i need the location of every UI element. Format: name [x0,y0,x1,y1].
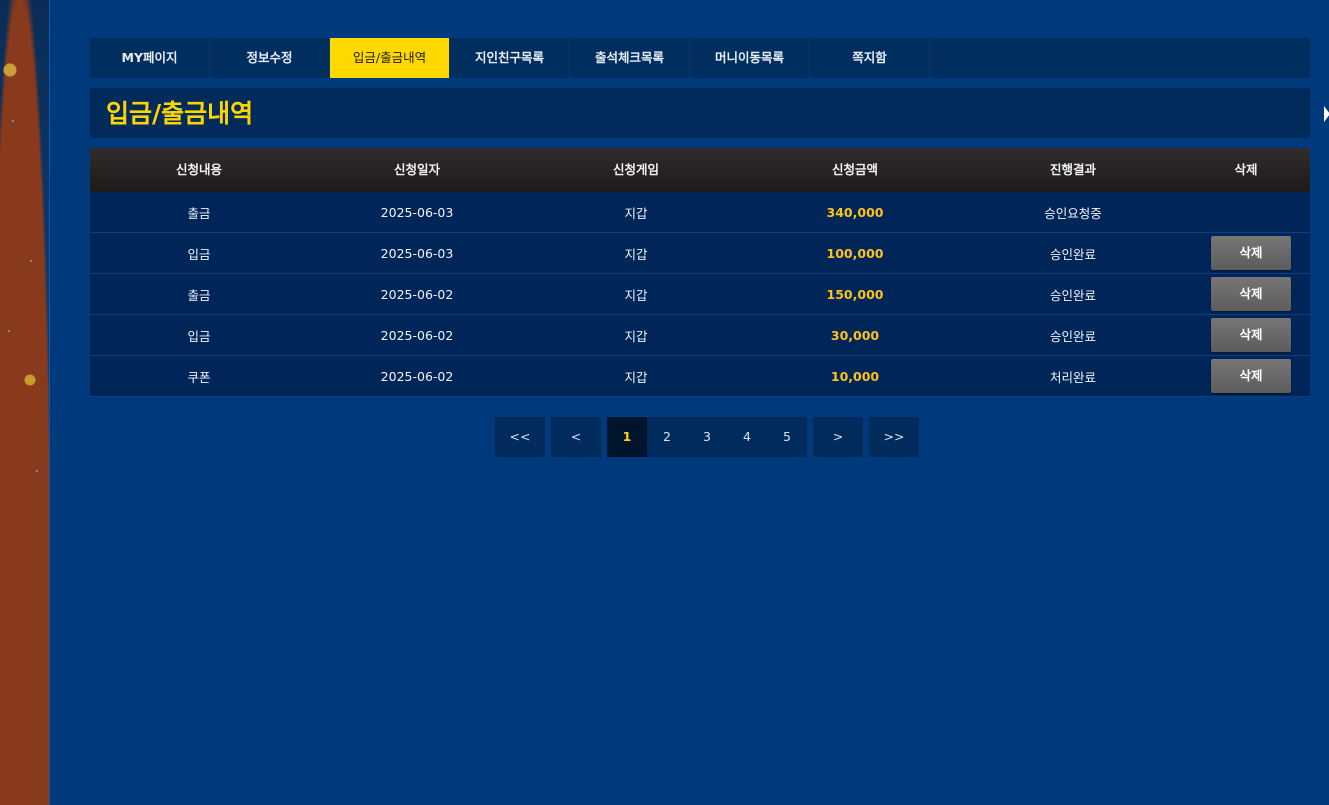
header-date: 신청일자 [393,162,440,177]
pagination: << < 1 2 3 4 5 > >> [495,417,919,457]
cell-status: 승인완료 [1049,328,1096,344]
table-row: 입금 2025-06-02 지갑 30,000 승인완료 삭제 [90,315,1310,356]
cell-status: 승인요청중 [1044,205,1102,221]
page-2-button[interactable]: 2 [647,417,687,457]
prev-page-button[interactable]: < [551,417,601,457]
background-art [0,0,50,805]
delete-button[interactable]: 삭제 [1211,318,1291,352]
cell-game: 지갑 [624,287,648,303]
delete-button[interactable]: 삭제 [1211,277,1291,311]
last-page-button[interactable]: >> [869,417,919,457]
cell-game: 지갑 [624,205,648,221]
cell-type: 입금 [187,246,211,262]
next-page-button[interactable]: > [813,417,863,457]
table-row: 쿠폰 2025-06-02 지갑 10,000 처리완료 삭제 [90,356,1310,397]
page-title: 입금/출금내역 [106,99,254,128]
cell-type: 출금 [187,205,211,221]
cell-type: 쿠폰 [187,369,211,385]
cell-date: 2025-06-03 [380,204,454,220]
cell-date: 2025-06-02 [380,286,454,302]
cell-game: 지갑 [624,246,648,262]
first-page-button[interactable]: << [495,417,545,457]
header-status: 진행결과 [1049,162,1096,177]
header-game: 신청게임 [612,162,659,177]
title-bar: 입금/출금내역 [90,88,1310,138]
cell-status: 승인완료 [1049,246,1096,262]
header-delete: 삭제 [1234,162,1258,177]
table-row: 출금 2025-06-03 지갑 340,000 승인요청중 [90,192,1310,233]
tab-edit-info[interactable]: 정보수정 [210,38,330,78]
cell-delete: 삭제 [1182,318,1310,352]
cell-amount: 100,000 [826,245,884,261]
delete-button[interactable]: 삭제 [1211,359,1291,393]
cell-game: 지갑 [624,369,648,385]
tab-deposit-withdraw[interactable]: 입금/출금내역 [330,38,450,78]
tab-friends[interactable]: 지인친구목록 [450,38,570,78]
cell-type: 출금 [187,287,211,303]
table-row: 입금 2025-06-03 지갑 100,000 승인완료 삭제 [90,233,1310,274]
tab-bar: MY페이지 정보수정 입금/출금내역 지인친구목록 출석체크목록 머니이동목록 … [90,38,1310,78]
cell-amount: 150,000 [826,286,884,302]
tab-attendance[interactable]: 출석체크목록 [570,38,690,78]
cell-status: 처리완료 [1049,369,1096,385]
tab-messages[interactable]: 쪽지함 [810,38,930,78]
table-row: 출금 2025-06-02 지갑 150,000 승인완료 삭제 [90,274,1310,315]
page-5-button[interactable]: 5 [767,417,807,457]
cell-game: 지갑 [624,328,648,344]
table-header: 신청내용 신청일자 신청게임 신청금액 진행결과 삭제 [90,148,1310,192]
cell-amount: 340,000 [826,204,884,220]
cell-amount: 30,000 [830,327,880,343]
cell-date: 2025-06-02 [380,327,454,343]
header-amount: 신청금액 [831,162,878,177]
cell-delete: 삭제 [1182,277,1310,311]
cell-delete: 삭제 [1182,236,1310,270]
cell-amount: 10,000 [830,368,880,384]
cell-date: 2025-06-03 [380,245,454,261]
tab-money-transfer[interactable]: 머니이동목록 [690,38,810,78]
header-type: 신청내용 [175,162,222,177]
delete-button[interactable]: 삭제 [1211,236,1291,270]
cell-delete: 삭제 [1182,359,1310,393]
cell-type: 입금 [187,328,211,344]
mypage-panel: MY페이지 정보수정 입금/출금내역 지인친구목록 출석체크목록 머니이동목록 … [49,0,1329,805]
page-1-button[interactable]: 1 [607,417,647,457]
mouse-cursor-icon [1324,106,1329,122]
cell-status: 승인완료 [1049,287,1096,303]
transaction-table: 신청내용 신청일자 신청게임 신청금액 진행결과 삭제 출금 2025-06-0… [90,148,1310,397]
page-3-button[interactable]: 3 [687,417,727,457]
cell-date: 2025-06-02 [380,368,454,384]
page-4-button[interactable]: 4 [727,417,767,457]
tab-mypage[interactable]: MY페이지 [90,38,210,78]
